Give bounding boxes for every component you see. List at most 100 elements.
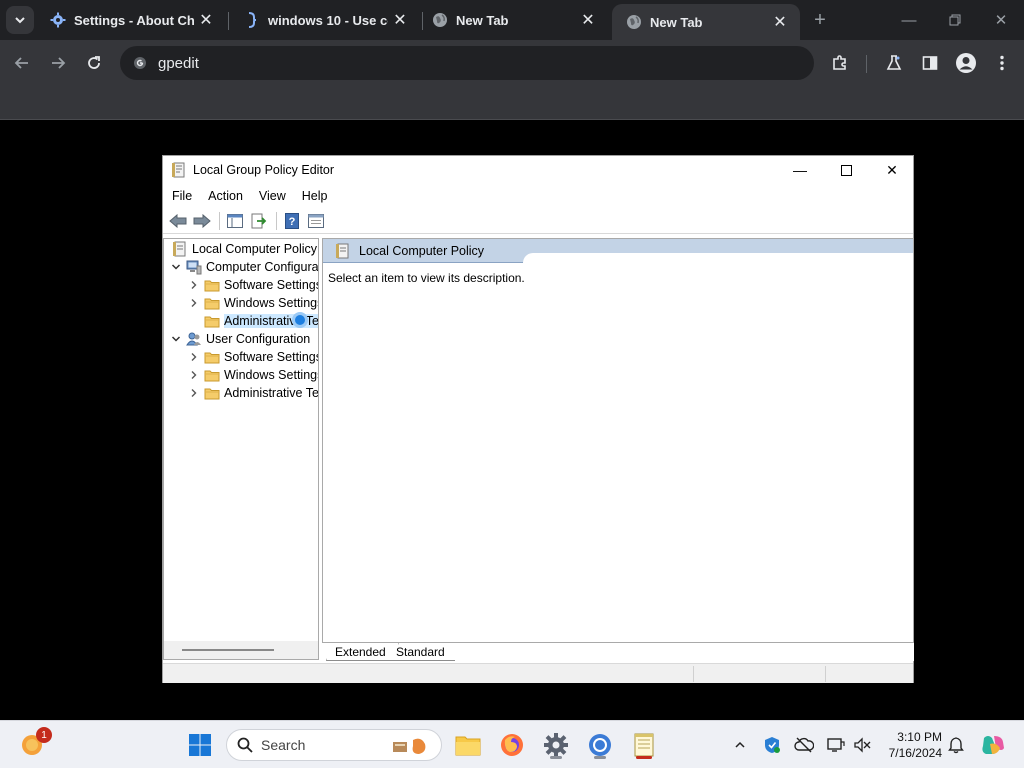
policy-document-icon bbox=[173, 241, 186, 257]
chevron-right-icon[interactable] bbox=[188, 369, 200, 381]
help-icon: ? bbox=[285, 212, 299, 229]
browser-tab-newtab-active[interactable]: New Tab ✕ bbox=[612, 4, 800, 40]
toolbar-forward-button[interactable] bbox=[191, 210, 213, 232]
kebab-menu-icon bbox=[1000, 55, 1004, 71]
tray-network[interactable] bbox=[824, 733, 848, 757]
menu-help[interactable]: Help bbox=[293, 189, 335, 203]
back-button[interactable] bbox=[8, 49, 36, 77]
close-tab-icon[interactable]: ✕ bbox=[388, 8, 412, 32]
browser-tab-windows10[interactable]: windows 10 - Use command ✕ bbox=[230, 4, 420, 36]
gpedit-minimize-button[interactable]: — bbox=[777, 156, 823, 184]
restore-button[interactable] bbox=[940, 8, 970, 32]
tab-standard[interactable]: Standard bbox=[388, 643, 455, 661]
close-tab-icon[interactable]: ✕ bbox=[768, 10, 792, 34]
show-hidden-icons-button[interactable] bbox=[728, 733, 752, 757]
tree-item-label: Local Computer Policy bbox=[192, 242, 318, 256]
tab-divider bbox=[228, 12, 229, 30]
chevron-down-icon[interactable] bbox=[170, 333, 182, 345]
close-tab-icon[interactable]: ✕ bbox=[576, 8, 600, 32]
extensions-button[interactable] bbox=[826, 49, 854, 77]
gpedit-maximize-button[interactable] bbox=[823, 156, 869, 184]
header-decoration bbox=[523, 253, 913, 265]
back-arrow-icon bbox=[169, 213, 187, 228]
taskbar-settings[interactable] bbox=[540, 729, 572, 761]
side-panel-button[interactable] bbox=[916, 49, 944, 77]
menu-view[interactable]: View bbox=[250, 189, 293, 203]
browser-tab-newtab-1[interactable]: New Tab ✕ bbox=[418, 4, 608, 36]
tree-item-label: Windows Settings bbox=[224, 296, 319, 310]
profile-button[interactable] bbox=[952, 49, 980, 77]
tab-title: New Tab bbox=[650, 14, 703, 30]
tree-item-user-configuration[interactable]: User Configuration bbox=[170, 330, 310, 348]
chevron-down-icon bbox=[15, 17, 25, 24]
search-highlight-icon bbox=[393, 738, 426, 754]
close-window-button[interactable]: ✕ bbox=[986, 8, 1016, 32]
bookmarks-bar bbox=[0, 86, 1024, 120]
scrollbar-thumb[interactable] bbox=[182, 649, 274, 651]
taskbar-firefox[interactable] bbox=[496, 729, 528, 761]
tree-item-uc-administrative-templates[interactable]: Administrative Templates bbox=[188, 384, 318, 402]
taskbar-file-explorer[interactable] bbox=[452, 729, 484, 761]
gear-icon bbox=[544, 733, 568, 757]
speaker-muted-icon bbox=[854, 737, 871, 753]
forward-button[interactable] bbox=[44, 49, 72, 77]
address-bar[interactable]: gpedit bbox=[120, 46, 814, 80]
console-tree-icon bbox=[227, 213, 243, 228]
tree-item-label: User Configuration bbox=[206, 332, 311, 346]
taskbar-chrome[interactable] bbox=[584, 729, 616, 761]
taskbar: 1 Search 3:10 PM 7/16/2024 bbox=[0, 720, 1024, 768]
arrow-right-icon bbox=[52, 57, 66, 69]
windows-logo-icon bbox=[189, 734, 211, 756]
chevron-right-icon[interactable] bbox=[188, 387, 200, 399]
toolbar-properties-button[interactable] bbox=[305, 210, 327, 232]
menu-file[interactable]: File bbox=[163, 189, 199, 203]
taskbar-copilot[interactable] bbox=[978, 733, 1008, 757]
menu-button[interactable] bbox=[988, 49, 1016, 77]
notifications-button[interactable] bbox=[944, 733, 968, 757]
policy-document-icon bbox=[172, 162, 185, 178]
labs-button[interactable] bbox=[880, 49, 908, 77]
chevron-right-icon[interactable] bbox=[188, 351, 200, 363]
restore-icon bbox=[949, 14, 961, 26]
taskbar-clock[interactable]: 3:10 PM 7/16/2024 bbox=[876, 729, 942, 761]
minimize-button[interactable]: — bbox=[894, 8, 924, 32]
browser-tab-settings[interactable]: Settings - About Chrome ✕ bbox=[36, 4, 226, 36]
clock-date: 7/16/2024 bbox=[888, 746, 942, 760]
tray-defender[interactable] bbox=[760, 733, 784, 757]
toolbar-back-button[interactable] bbox=[167, 210, 189, 232]
taskbar-weather-widget[interactable]: 1 bbox=[16, 727, 52, 761]
chevron-down-icon[interactable] bbox=[170, 261, 182, 273]
tree-item-cc-windows-settings[interactable]: Windows Settings bbox=[188, 294, 319, 312]
gpedit-window-title: Local Group Policy Editor bbox=[193, 163, 335, 177]
chevron-right-icon[interactable] bbox=[188, 279, 200, 291]
running-indicator bbox=[594, 756, 606, 759]
menu-action[interactable]: Action bbox=[199, 189, 250, 203]
close-tab-icon[interactable]: ✕ bbox=[194, 8, 218, 32]
tree-item-local-computer-policy[interactable]: Local Computer Policy bbox=[168, 240, 317, 258]
reload-button[interactable] bbox=[80, 49, 108, 77]
tree-item-uc-software-settings[interactable]: Software Settings bbox=[188, 348, 318, 366]
chevron-right-icon[interactable] bbox=[188, 297, 200, 309]
tree-horizontal-scrollbar[interactable] bbox=[164, 641, 318, 659]
tree-item-label: Software Settings bbox=[224, 278, 319, 292]
new-tab-button[interactable]: + bbox=[808, 8, 832, 32]
tree-item-uc-windows-settings[interactable]: Windows Settings bbox=[188, 366, 318, 384]
toolbar-divider bbox=[866, 55, 867, 73]
start-button[interactable] bbox=[184, 729, 216, 761]
puzzle-icon bbox=[833, 55, 846, 70]
taskbar-notepad-active[interactable] bbox=[628, 729, 660, 761]
toolbar-help-button[interactable]: ? bbox=[281, 210, 303, 232]
tray-onedrive[interactable] bbox=[792, 733, 816, 757]
tab-search-button[interactable] bbox=[6, 6, 34, 34]
tab-title: New Tab bbox=[456, 12, 509, 28]
toolbar-export-list-button[interactable] bbox=[248, 210, 270, 232]
view-tabs: Extended Standard bbox=[322, 643, 914, 661]
gpedit-close-button[interactable]: ✕ bbox=[869, 156, 915, 184]
avatar-icon bbox=[956, 53, 976, 73]
toolbar-show-hide-tree-button[interactable] bbox=[224, 210, 246, 232]
tree-item-cc-software-settings[interactable]: Software Settings bbox=[188, 276, 319, 294]
tree-item-computer-configuration[interactable]: Computer Configuration bbox=[170, 258, 318, 276]
google-g-icon bbox=[132, 55, 148, 71]
taskbar-search-box[interactable]: Search bbox=[226, 729, 442, 761]
tray-volume[interactable] bbox=[850, 733, 874, 757]
